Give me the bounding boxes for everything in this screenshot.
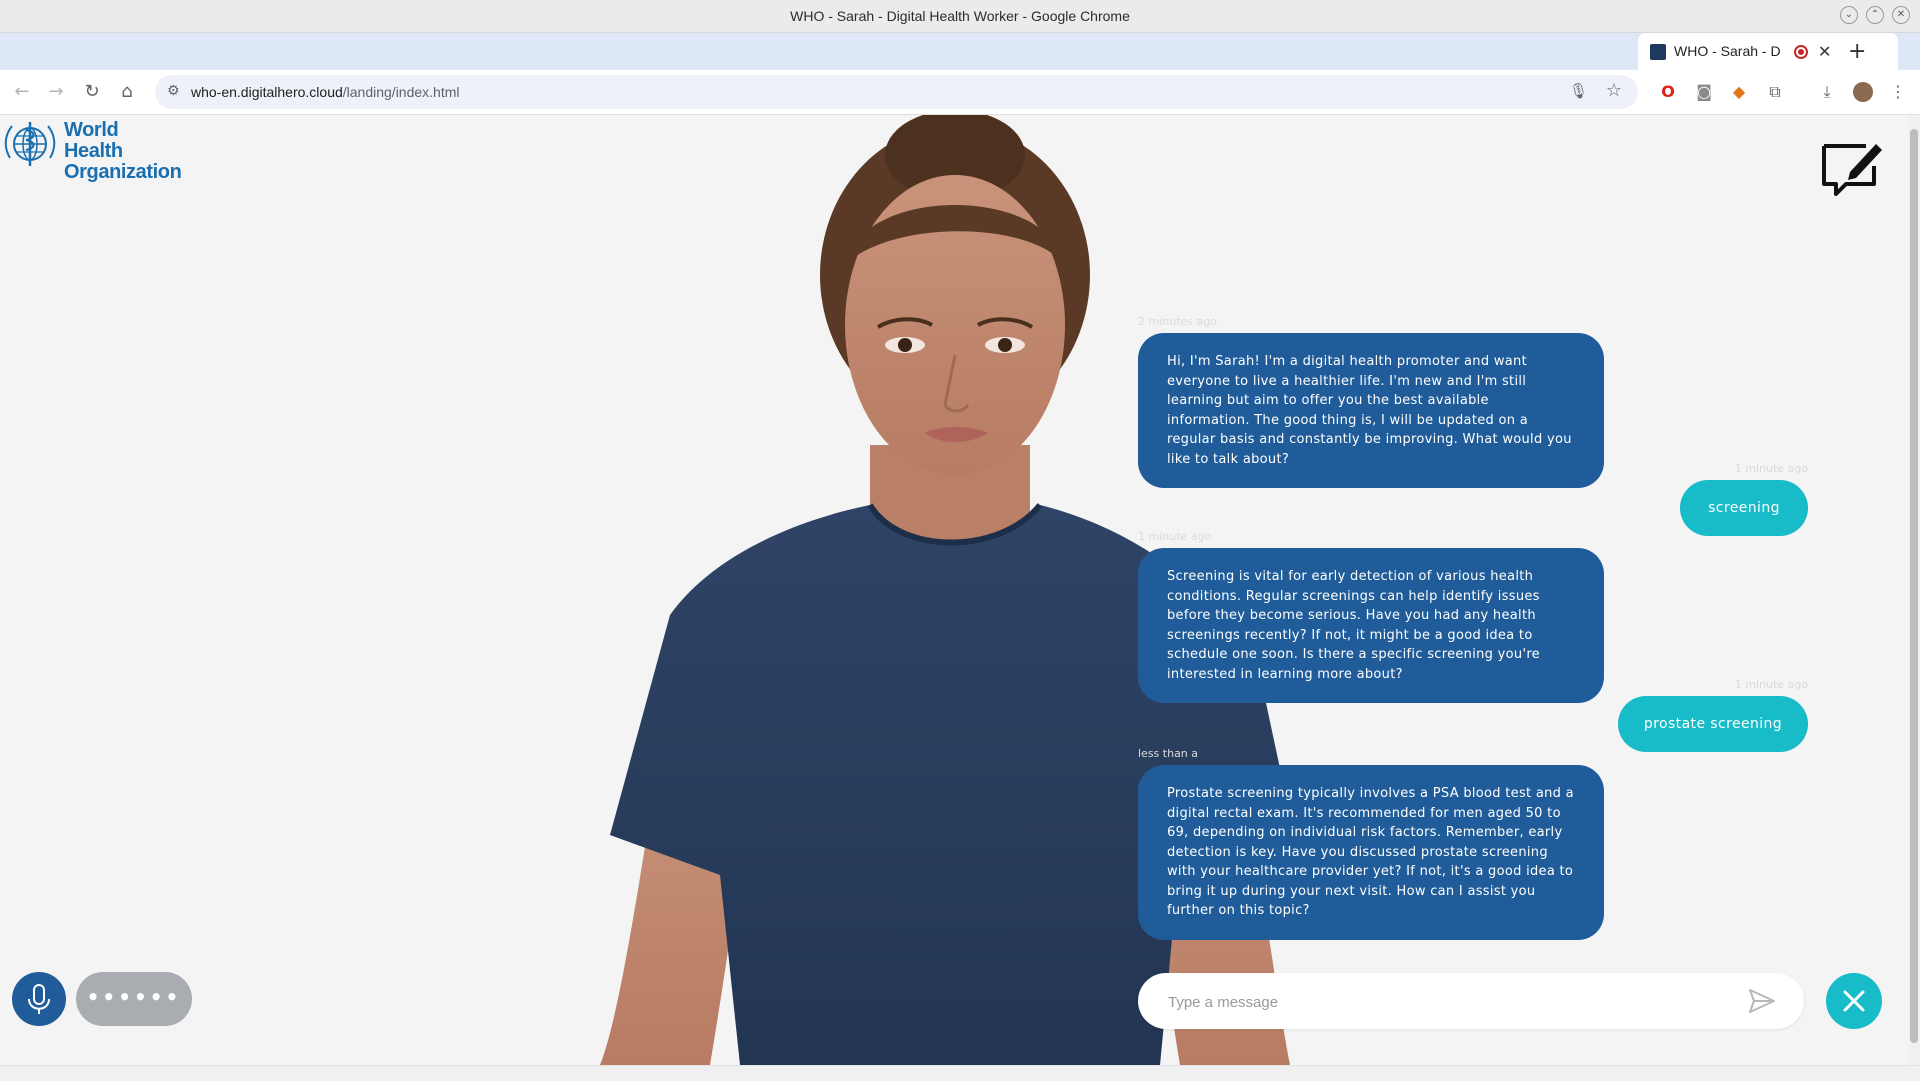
star-icon[interactable]: ☆ [1606,80,1622,101]
address-bar[interactable]: ⚙ who-en.digitalhero.cloud/landing/index… [155,75,1638,109]
profile-avatar[interactable] [1853,82,1873,102]
back-icon[interactable]: ← [10,80,34,104]
send-icon[interactable] [1748,988,1776,1014]
minimize-button[interactable]: ⌄ [1840,6,1858,24]
forward-icon[interactable]: → [44,80,68,104]
voice-input-button[interactable] [12,972,66,1026]
who-wordmark: World Health Organization [64,119,182,183]
opera-icon[interactable]: O [1658,82,1678,102]
close-window-button[interactable]: ✕ [1892,6,1910,24]
vertical-scrollbar[interactable] [1908,115,1920,1065]
who-favicon-icon [1650,44,1666,60]
options-button[interactable]: •••••• [76,972,192,1026]
download-icon[interactable]: ⤓ [1817,82,1837,102]
tab-strip: WHO - Sarah - D ✕ + [0,33,1920,70]
message-input[interactable] [1166,973,1730,1031]
message-timestamp: 1 minute ago [1734,678,1808,691]
maximize-button[interactable]: ⌃ [1866,6,1884,24]
close-icon [1843,990,1865,1012]
user-message: screening [1680,480,1808,536]
message-timestamp: 1 minute ago [1138,530,1212,543]
scrollbar-thumb[interactable] [1910,129,1918,1043]
who-emblem-icon [4,122,56,166]
camera-icon[interactable]: ◙ [1694,82,1714,102]
microphone-icon[interactable]: 🎙 [1569,82,1588,100]
home-icon[interactable]: ⌂ [115,80,139,104]
tab-close-button[interactable]: ✕ [1818,33,1831,70]
window-title: WHO - Sarah - Digital Health Worker - Go… [790,8,1130,24]
bot-message: Screening is vital for early detection o… [1138,548,1604,703]
extensions-icon[interactable]: ⧉ [1765,82,1785,102]
new-tab-button[interactable]: + [1848,33,1866,70]
user-message: prostate screening [1618,696,1808,752]
kebab-menu-icon[interactable]: ⋮ [1888,82,1908,102]
metamask-icon[interactable]: ◆ [1729,82,1749,102]
microphone-icon [28,984,50,1014]
who-logo[interactable]: World Health Organization [2,118,182,183]
feedback-icon[interactable] [1820,138,1886,198]
message-composer [1138,973,1804,1031]
page-content: World Health Organization 2 minutes ago … [0,115,1908,1065]
browser-toolbar: ← → ↻ ⌂ ⚙ who-en.digitalhero.cloud/landi… [0,70,1920,115]
site-info-icon[interactable]: ⚙ [167,83,180,99]
url-text[interactable]: who-en.digitalhero.cloud/landing/index.h… [191,75,460,109]
message-timestamp: 2 minutes ago [1138,315,1217,328]
reload-icon[interactable]: ↻ [80,80,104,104]
message-timestamp: less than a [1138,747,1199,760]
chat-panel: 2 minutes ago Hi, I'm Sarah! I'm a digit… [1138,235,1808,1065]
bot-message: Hi, I'm Sarah! I'm a digital health prom… [1138,333,1604,488]
bot-message: Prostate screening typically involves a … [1138,765,1604,940]
tab-title: WHO - Sarah - D [1674,43,1781,59]
close-chat-button[interactable] [1826,973,1882,1029]
window-titlebar: WHO - Sarah - Digital Health Worker - Go… [0,0,1920,33]
message-timestamp: 1 minute ago [1734,462,1808,475]
horizontal-scrollbar[interactable] [0,1065,1920,1081]
recording-indicator-icon [1794,45,1808,59]
